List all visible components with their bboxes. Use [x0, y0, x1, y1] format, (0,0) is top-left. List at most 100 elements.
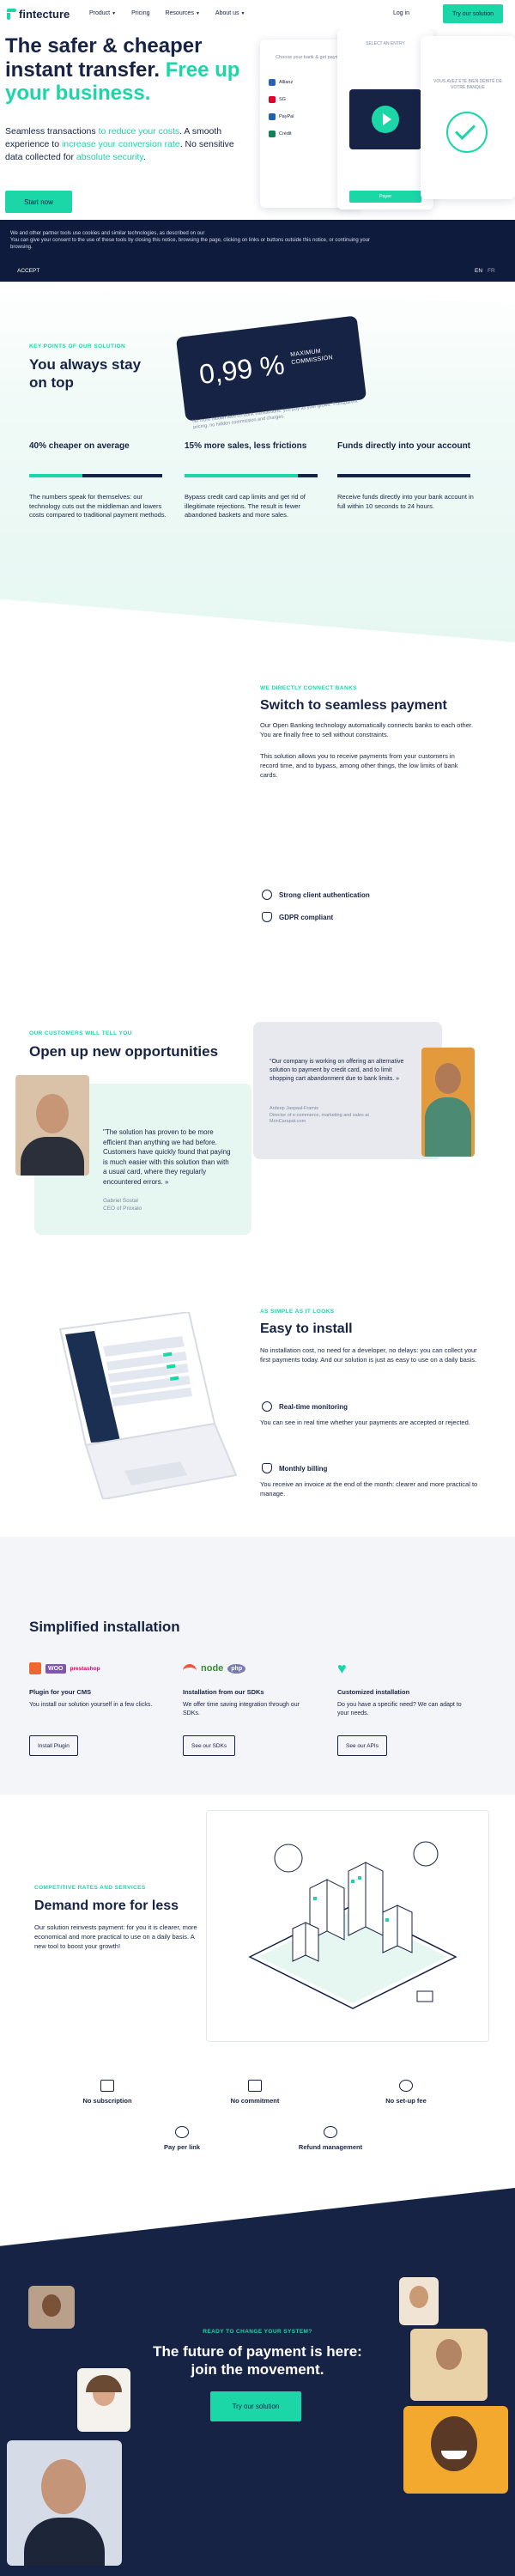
mock-phone-card: SELECT AN ENTRY Payer	[337, 29, 433, 210]
customer-avatar	[15, 1075, 89, 1176]
stat-text: The numbers speak for themselves: our te…	[29, 493, 167, 519]
stat-text: Bypass credit card cap limits and get ri…	[185, 493, 306, 519]
mock-bank-name: Crédit	[279, 131, 292, 137]
hero-subtitle: Seamless transactions to reduce your cos…	[5, 125, 237, 165]
stat-progress-bar	[29, 474, 162, 477]
avatar-face	[36, 1094, 69, 1133]
easy-install-paragraph: You can see in real time whether your pa…	[260, 1419, 470, 1426]
photo-face	[409, 2286, 428, 2308]
stat-progress-bar	[185, 474, 318, 477]
logo-text: fintecture	[19, 8, 70, 21]
nav-item-product[interactable]: Product ▼	[89, 10, 116, 16]
chevron-down-icon: ▼	[195, 10, 200, 16]
magnifier-icon	[262, 1401, 272, 1412]
see-sdks-button[interactable]: See our SDKs	[183, 1735, 236, 1756]
benefit-no-setup-fee: No set-up fee	[346, 2080, 466, 2105]
install-plugin-button[interactable]: Install Plugin	[29, 1735, 78, 1756]
bank-logo-icon	[269, 79, 276, 86]
install-option-text: You install our solution yourself in a f…	[29, 1702, 153, 1708]
install-option-custom: ♥ Customized installation Do you have a …	[337, 1659, 466, 1756]
community-photo	[7, 2440, 122, 2566]
nav-item-pricing[interactable]: Pricing	[131, 10, 149, 16]
stat-block: 15% more sales, less frictions Bypass cr…	[185, 440, 322, 520]
install-option-heading: Installation from our SDKs	[183, 1688, 264, 1696]
start-now-button[interactable]: Start now	[5, 191, 72, 213]
benefit-label: Refund management	[298, 2143, 363, 2151]
stat-title: 15% more sales, less frictions	[185, 441, 307, 451]
stat-progress-fill	[29, 474, 82, 477]
mock-success-text: VOUS AVEZ ÉTÉ BIEN DÉBITÉ DE VOTRE BANQU…	[433, 79, 502, 90]
hero-sub-text: .	[142, 152, 146, 163]
seamless-title: Switch to seamless payment	[260, 698, 447, 713]
login-link[interactable]: Log in	[393, 10, 409, 16]
commission-value: 0,99 %	[197, 349, 287, 391]
hand-pointer-icon	[175, 2126, 189, 2138]
nav-item-about-us[interactable]: About us ▼	[215, 10, 245, 16]
cookie-accept-button[interactable]: ACCEPT	[17, 268, 39, 274]
laptop-svg	[58, 1310, 238, 1501]
stat-block: Funds directly into your account Receive…	[337, 440, 475, 511]
stat-title: 40% cheaper on average	[29, 441, 130, 451]
stat-progress-bar	[337, 474, 470, 477]
cta-eyebrow: READY TO CHANGE YOUR SYSTEM?	[203, 2329, 312, 2335]
sdk-logos: node php	[183, 1659, 312, 1678]
try-solution-button[interactable]: Try our solution	[443, 4, 503, 23]
install-option-heading: Plugin for your CMS	[29, 1688, 92, 1696]
see-apis-button[interactable]: See our APIs	[337, 1735, 387, 1756]
mock-bank-name: Allianz	[279, 80, 294, 85]
testimonial-author: Ardeep Jaspaul-Framis Director of e-comme…	[270, 1106, 398, 1126]
feature-strong-auth: Strong client authentication	[262, 890, 370, 900]
nav-label: About us	[215, 10, 239, 16]
pricing-eyebrow: COMPETITIVE RATES AND SERVICES	[34, 1885, 146, 1891]
photo-face	[431, 2416, 477, 2471]
fintecture-logo[interactable]: fintecture	[7, 8, 70, 21]
commission-label: MAXIMUM COMMISSION	[290, 346, 334, 367]
mock-select-label: SELECT AN ENTRY	[366, 41, 405, 46]
pricing-paragraph: Our solution reinvests payment: for you …	[34, 1923, 197, 1950]
photo-face	[41, 2459, 86, 2514]
avatar-body	[425, 1097, 471, 1157]
language-switcher: EN FR	[475, 268, 495, 274]
logo-mark-icon	[7, 9, 16, 20]
stat-block: 40% cheaper on average The numbers speak…	[29, 440, 167, 520]
hero-sub-text: Seamless transactions	[5, 126, 99, 137]
testimonial-quote: "Our company is working on offering an a…	[270, 1059, 404, 1083]
php-logo-icon: php	[227, 1663, 246, 1674]
nav-item-resources[interactable]: Resources ▼	[165, 10, 199, 16]
hero-sub-highlight: to reduce your costs	[98, 126, 180, 137]
stat-title: Funds directly into your account	[337, 441, 471, 451]
testimonials-title: Open up new opportunities	[29, 1043, 219, 1060]
photo-hair	[86, 2375, 122, 2392]
lang-fr-option[interactable]: FR	[488, 268, 495, 274]
bank-logo-icon	[269, 96, 276, 103]
key-points-eyebrow: KEY POINTS OF OUR SOLUTION	[29, 343, 126, 349]
magento-logo-icon	[29, 1662, 41, 1674]
lang-en-option[interactable]: EN	[475, 268, 482, 274]
testimonial-author: Gabriel Sostal CEO of Proxalo	[103, 1197, 142, 1212]
photo-face	[436, 2339, 462, 2370]
feature-gdpr: GDPR compliant	[262, 912, 333, 922]
laravel-logo-icon	[183, 1664, 197, 1673]
shield-icon	[262, 912, 272, 922]
mock-bank-name: SG	[279, 97, 286, 102]
seamless-paragraph: This solution allows you to receive paym…	[260, 752, 458, 779]
heart-icon: ♥	[337, 1660, 347, 1677]
invoice-icon	[262, 1463, 272, 1473]
city-phone-illustration	[206, 1810, 489, 2042]
author-role: CEO of Proxalo	[103, 1206, 142, 1212]
benefit-label: No commitment	[230, 2097, 280, 2105]
seamless-paragraph: Our Open Banking technology automaticall…	[260, 721, 474, 738]
prestashop-logo-icon: prestashop	[70, 1665, 100, 1672]
try-solution-cta-button[interactable]: Try our solution	[210, 2391, 301, 2421]
mock-success-card: VOUS AVEZ ÉTÉ BIEN DÉBITÉ DE VOTRE BANQU…	[421, 36, 515, 199]
cookie-banner: We and other partner tools use cookies a…	[0, 220, 515, 282]
install-option-text: We offer time saving integration through…	[183, 1702, 300, 1717]
author-name: Ardeep Jaspaul-Framis	[270, 1106, 318, 1111]
customer-avatar	[421, 1048, 475, 1157]
benefit-label: No set-up fee	[385, 2097, 427, 2105]
gear-icon	[399, 2080, 413, 2092]
testimonials-eyebrow: OUR CUSTOMERS WILL TELL YOU	[29, 1030, 132, 1036]
easy-install-title: Easy to install	[260, 1321, 353, 1336]
benefit-no-commitment: No commitment	[195, 2080, 315, 2105]
feature-label: Real-time monitoring	[279, 1402, 348, 1411]
